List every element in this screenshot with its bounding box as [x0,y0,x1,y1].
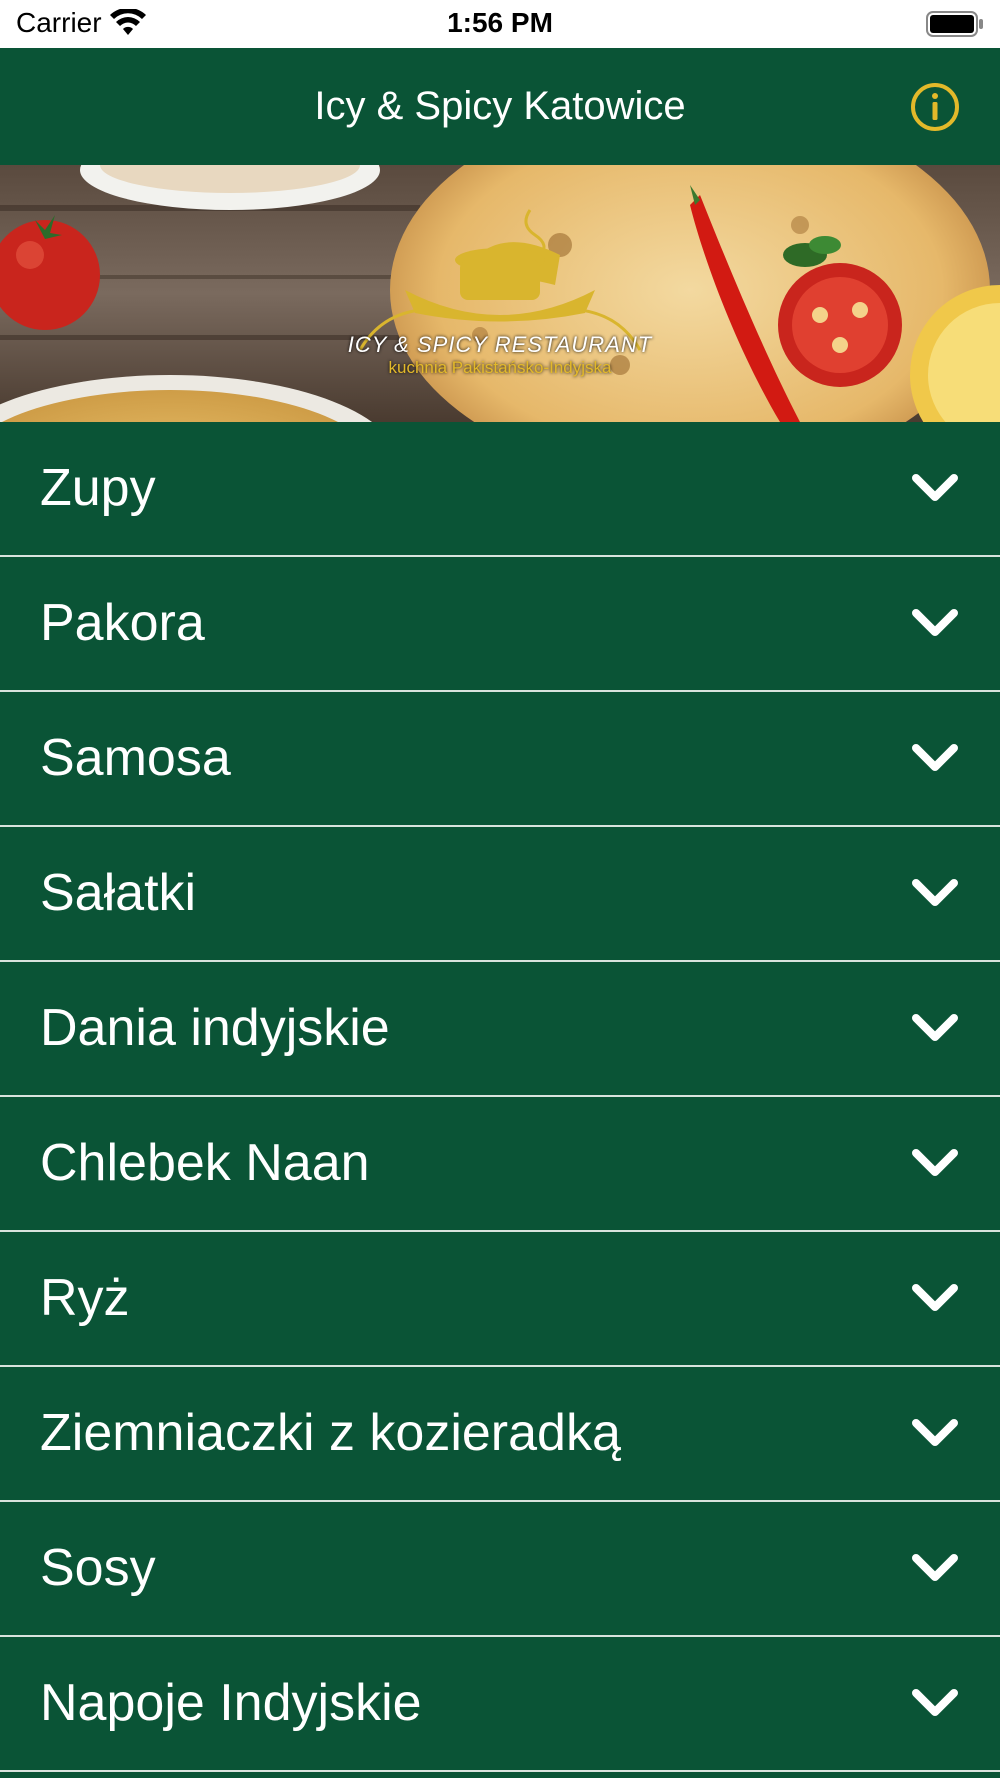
menu-category-label: Sosy [40,1539,156,1597]
menu-category-label: Ziemniaczki z kozieradką [40,1404,621,1462]
menu-category-napoje-indyjskie[interactable]: Napoje Indyjskie [0,1637,1000,1772]
menu-category-label: Samosa [40,729,231,787]
menu-category-samosa[interactable]: Samosa [0,692,1000,827]
restaurant-banner: ICY & SPICY RESTAURANT kuchnia Pakistańs… [0,165,1000,422]
chevron-down-icon [912,879,958,906]
menu-category-sosy[interactable]: Sosy [0,1502,1000,1637]
chevron-down-icon [912,1419,958,1446]
menu-category-label: Sałatki [40,864,197,922]
logo-text-line2: kuchnia Pakistańsko-Indyjska [388,358,612,377]
menu-category-pakora[interactable]: Pakora [0,557,1000,692]
chevron-down-icon [912,609,958,636]
menu-category-dania-indyjskie[interactable]: Dania indyjskie [0,962,1000,1097]
chevron-down-icon [912,1149,958,1176]
status-bar: Carrier 1:56 PM [0,0,1000,48]
menu-category-label: Napoje Indyjskie [40,1674,422,1732]
battery-icon [926,11,983,37]
chevron-down-icon [912,744,958,771]
menu-category-label: Chlebek Naan [40,1134,370,1192]
menu-category-label: Ryż [40,1269,130,1327]
menu-category-label: Pakora [40,594,205,652]
nav-title: Icy & Spicy Katowice [314,84,686,128]
menu-category-ziemniaczki[interactable]: Ziemniaczki z kozieradką [0,1367,1000,1502]
menu-category-label: Zupy [40,459,156,517]
menu-category-zupy[interactable]: Zupy [0,422,1000,557]
menu-category-list: Zupy Pakora Samosa Sałatki Dania indyjsk… [0,422,1000,1772]
navigation-bar: Icy & Spicy Katowice [0,48,1000,165]
chevron-down-icon [912,1554,958,1581]
menu-category-label: Dania indyjskie [40,999,390,1057]
menu-category-salatki[interactable]: Sałatki [0,827,1000,962]
chevron-down-icon [912,1689,958,1716]
logo-text-line1: ICY & SPICY RESTAURANT [347,332,653,357]
info-icon[interactable] [910,82,960,132]
banner-image [0,165,1000,422]
chevron-down-icon [912,1014,958,1041]
status-time: 1:56 PM [447,7,553,38]
menu-category-ryz[interactable]: Ryż [0,1232,1000,1367]
menu-category-chlebek-naan[interactable]: Chlebek Naan [0,1097,1000,1232]
chevron-down-icon [912,1284,958,1311]
chevron-down-icon [912,474,958,501]
